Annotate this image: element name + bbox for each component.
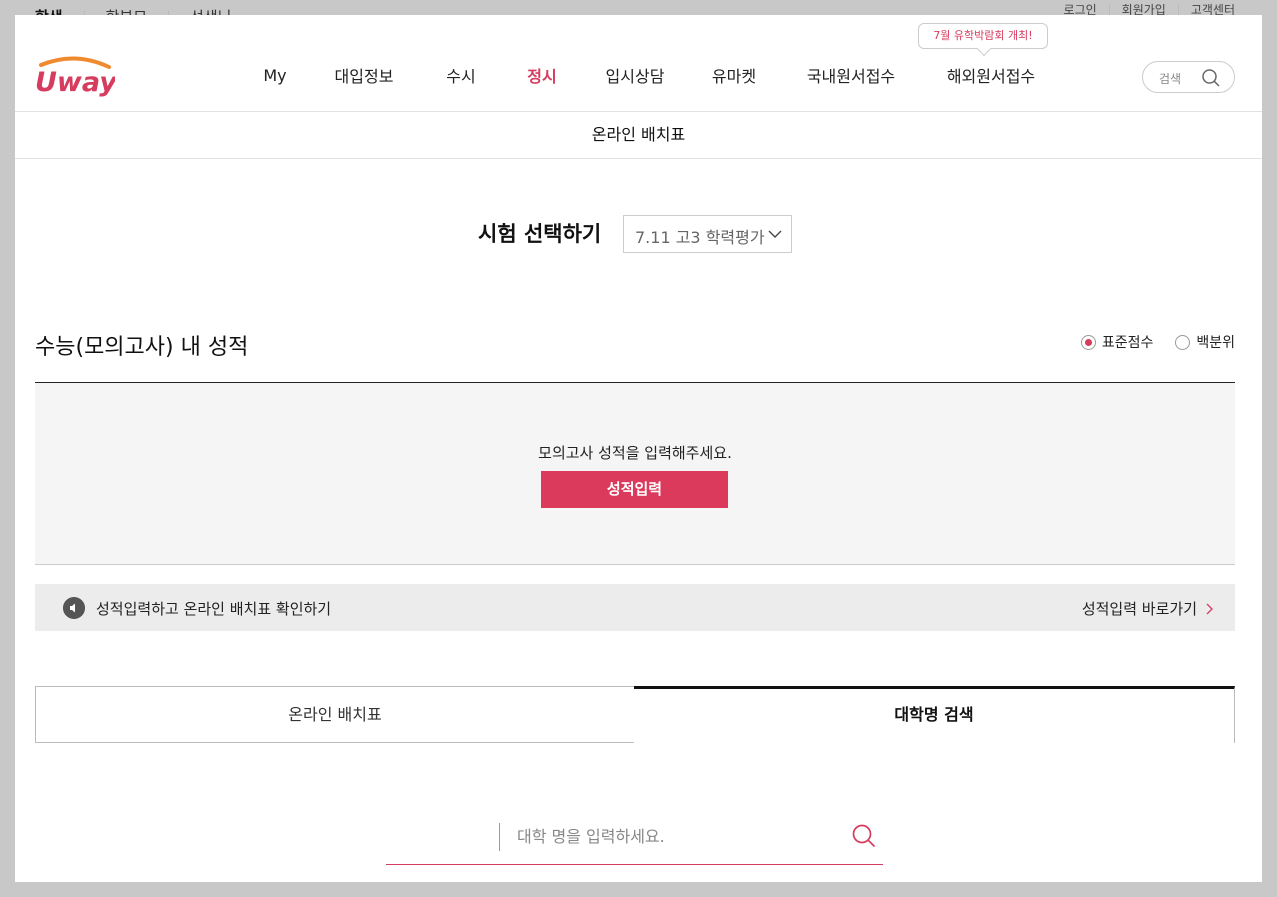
radio-standard-label[interactable]: 표준점수 — [1102, 332, 1154, 352]
nav-my[interactable]: My — [245, 66, 305, 85]
main-nav: My 대입정보 수시 정시 입시상담 유마켓 국내원서접수 해외원서접수 — [245, 63, 1065, 87]
header-search-placeholder: 검색 — [1159, 72, 1182, 86]
chevron-down-icon — [768, 230, 782, 238]
nav-jeongsi[interactable]: 정시 — [497, 63, 587, 87]
chevron-right-icon — [1206, 603, 1213, 614]
notice-link-label: 성적입력 바로가기 — [1081, 600, 1197, 618]
divider — [1108, 4, 1110, 15]
exam-label: 시험 선택하기 — [478, 222, 602, 246]
radio-percentile[interactable] — [1175, 334, 1191, 350]
search-icon[interactable] — [1201, 68, 1221, 88]
notice-bar: 성적입력하고 온라인 배치표 확인하기 성적입력 바로가기 — [35, 584, 1235, 631]
header-search[interactable]: 검색 — [1142, 61, 1235, 93]
score-type-radios: 표준점수 백분위 — [1080, 332, 1235, 352]
search-icon[interactable] — [851, 823, 877, 849]
tab-univ-search[interactable]: 대학명 검색 — [634, 686, 1235, 743]
radio-percentile-label[interactable]: 백분위 — [1196, 332, 1235, 352]
nav-admission-info[interactable]: 대입정보 — [305, 63, 423, 87]
nav-consulting[interactable]: 입시상담 — [587, 63, 683, 87]
site-header: Uway My 대입정보 수시 정시 입시상담 유마켓 국내원서접수 해외원서접… — [15, 15, 1262, 112]
page-title: 온라인 배치표 — [15, 112, 1262, 159]
divider — [499, 823, 500, 851]
univ-search-input[interactable] — [517, 821, 817, 851]
score-section-title: 수능(모의고사) 내 성적 — [35, 335, 249, 360]
divider — [1177, 4, 1179, 15]
univ-search — [386, 815, 883, 865]
enter-score-button[interactable]: 성적입력 — [541, 471, 728, 508]
nav-susi[interactable]: 수시 — [427, 63, 495, 87]
uway-logo[interactable]: Uway — [35, 53, 115, 97]
go-enter-score-link[interactable]: 성적입력 바로가기 — [1082, 598, 1213, 619]
score-message: 모의고사 성적을 입력해주세요. — [538, 444, 732, 462]
speaker-icon — [63, 597, 85, 619]
result-tabs: 온라인 배치표 대학명 검색 — [35, 686, 1235, 743]
nav-umarket[interactable]: 유마켓 — [683, 63, 785, 87]
score-box: 모의고사 성적을 입력해주세요. 성적입력 — [35, 382, 1235, 565]
notice-text: 성적입력하고 온라인 배치표 확인하기 — [96, 600, 332, 618]
page-frame: Uway My 대입정보 수시 정시 입시상담 유마켓 국내원서접수 해외원서접… — [15, 15, 1262, 882]
exam-dropdown[interactable]: 7.11 고3 학력평가 — [623, 215, 792, 253]
nav-domestic-apply[interactable]: 국내원서접수 — [785, 63, 917, 87]
event-bubble[interactable]: 7월 유학박람회 개최! — [918, 23, 1048, 49]
svg-text:Uway: Uway — [35, 67, 115, 97]
nav-overseas-apply[interactable]: 해외원서접수 — [917, 63, 1065, 87]
exam-selected-value: 7.11 고3 학력평가 — [635, 228, 765, 247]
tab-online-chart[interactable]: 온라인 배치표 — [35, 686, 635, 743]
radio-standard[interactable] — [1080, 334, 1096, 350]
